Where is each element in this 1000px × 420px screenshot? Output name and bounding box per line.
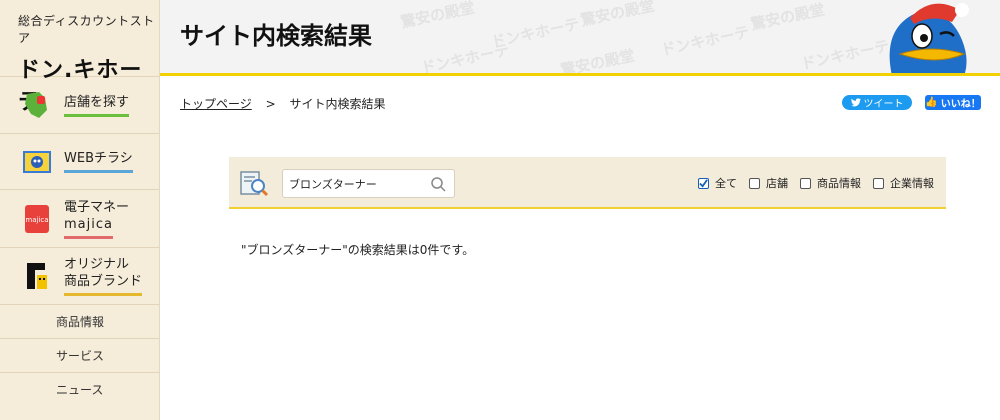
tweet-button[interactable]: ツイート (842, 95, 912, 110)
thumbs-up-icon: 👍 (925, 97, 938, 108)
breadcrumb: トップページ > サイト内検索結果 (180, 95, 386, 112)
search-filters: 全て 店舗 商品情報 企業情報 (698, 175, 934, 191)
sidebar: 総合ディスカウントストア ドン.キホーテ 店舗を探す WEBチラシ majica… (0, 0, 160, 420)
sidebar-sub-item-services[interactable]: サービス (0, 338, 159, 372)
search-input[interactable] (289, 175, 429, 193)
search-box (282, 169, 455, 198)
filter-stores[interactable]: 店舗 (749, 175, 788, 191)
page-title: サイト内検索結果 (180, 22, 372, 50)
filter-label: 商品情報 (817, 177, 861, 190)
filter-label: 全て (715, 177, 737, 190)
sidebar-item-label-line2: majica (64, 216, 113, 239)
sidebar-item-label: WEBチラシ (64, 150, 133, 173)
search-result-message: "ブロンズターナー"の検索結果は0件です。 (241, 243, 475, 257)
checkbox[interactable] (749, 177, 760, 189)
sidebar-sub-item-products[interactable]: 商品情報 (0, 304, 159, 338)
brand-logo-icon (22, 261, 52, 291)
sidebar-item-majica[interactable]: majica 電子マネー majica (0, 189, 159, 247)
filter-label: 企業情報 (890, 177, 934, 190)
sidebar-item-label: 店舗を探す (64, 94, 130, 117)
page-header: 驚安の殿堂 ドンキホーテ 驚安の殿堂 ドンキホーテ 驚安の殿堂 ドンキホーテ ド… (160, 0, 1000, 76)
brand-logo-link[interactable]: 総合ディスカウントストア ドン.キホーテ (0, 0, 159, 115)
sidebar-item-original-brand[interactable]: オリジナル 商品ブランド (0, 247, 159, 304)
filter-products[interactable]: 商品情報 (800, 175, 861, 191)
checkbox-checked[interactable] (698, 177, 709, 189)
checkbox[interactable] (800, 177, 811, 189)
search-icon[interactable] (430, 176, 446, 192)
tweet-label: ツイート (863, 99, 904, 110)
brand-subtitle: 総合ディスカウントストア (18, 14, 155, 45)
filter-label: 店舗 (766, 177, 788, 190)
filter-all[interactable]: 全て (698, 175, 737, 191)
like-button[interactable]: 👍 いいね！ (925, 95, 981, 110)
filter-corporate[interactable]: 企業情報 (873, 175, 934, 191)
majica-card-icon: majica (22, 204, 52, 234)
sidebar-item-label-line2: 商品ブランド (64, 273, 143, 296)
like-label: いいね！ (940, 99, 981, 110)
breadcrumb-separator: > (265, 97, 276, 111)
breadcrumb-current: サイト内検索結果 (289, 97, 386, 111)
twitter-bird-icon (850, 98, 861, 107)
search-panel: 全て 店舗 商品情報 企業情報 (229, 157, 946, 209)
breadcrumb-home-link[interactable]: トップページ (180, 97, 252, 111)
donpen-mascot-icon (889, 3, 969, 73)
flyer-icon (22, 147, 52, 177)
sidebar-item-label-line1: オリジナル (64, 257, 130, 272)
checkbox[interactable] (873, 177, 884, 189)
search-document-icon (240, 171, 269, 197)
map-pin-icon (22, 90, 52, 120)
sidebar-sub-item-news[interactable]: ニュース (0, 372, 159, 406)
sidebar-item-web-flyer[interactable]: WEBチラシ (0, 133, 159, 189)
svg-text:majica: majica (25, 216, 48, 224)
sidebar-item-label-line1: 電子マネー (64, 199, 130, 215)
